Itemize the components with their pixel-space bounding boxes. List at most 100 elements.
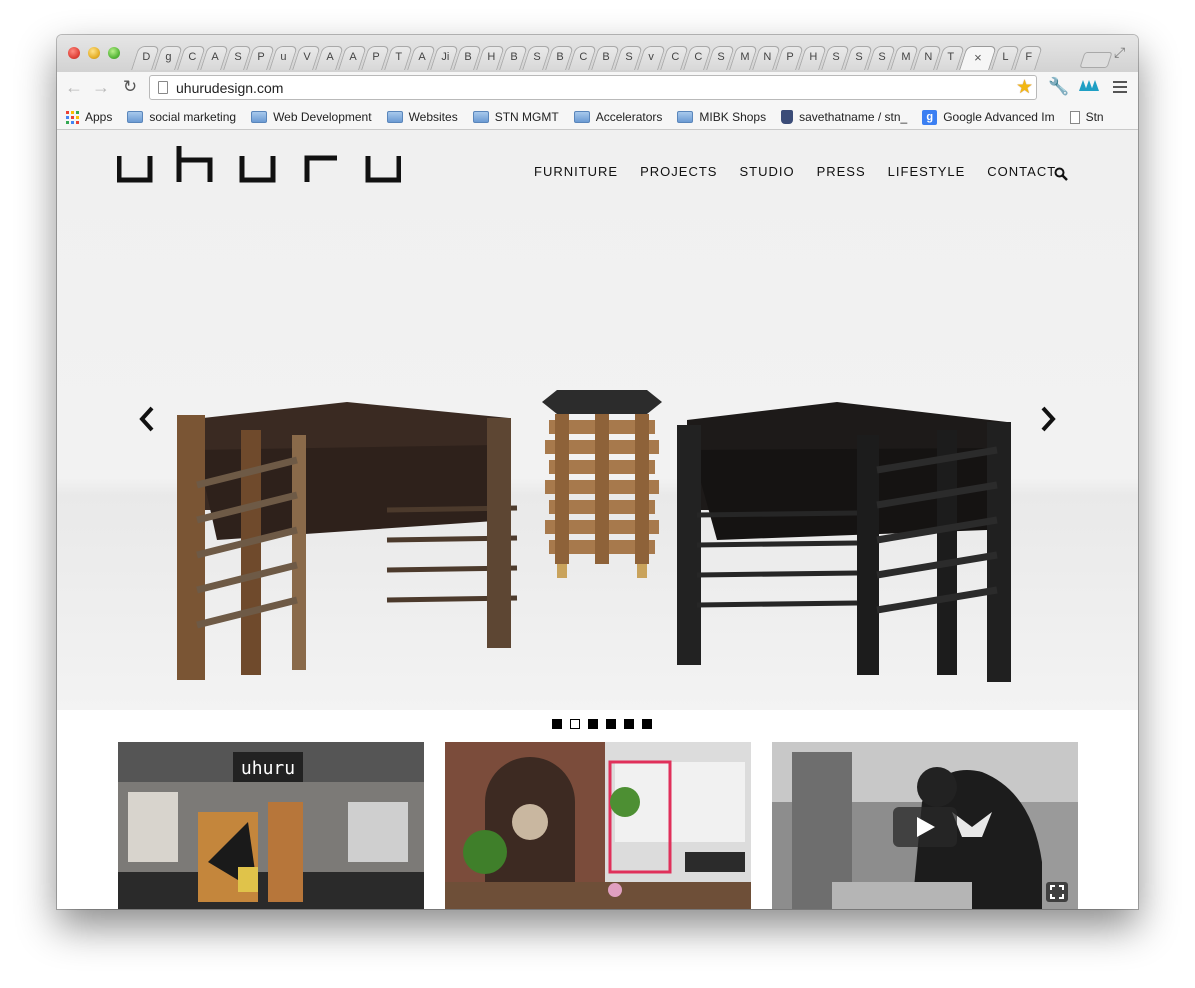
bookmark-label: Google Advanced Im: [943, 110, 1055, 124]
folder-icon: [677, 111, 694, 123]
reload-icon[interactable]: ↻: [119, 76, 141, 98]
bookmark-item[interactable]: Web Development: [251, 110, 372, 124]
document-icon: [1069, 110, 1080, 124]
close-window-button[interactable]: [68, 47, 80, 59]
bookmark-item[interactable]: Stn: [1069, 110, 1104, 124]
tab-favicon-letter: S: [533, 51, 541, 63]
tab-favicon-letter: P: [257, 51, 265, 63]
nav-link-studio[interactable]: STUDIO: [739, 164, 794, 179]
svg-text:uhuru: uhuru: [241, 758, 295, 779]
forward-arrow-icon[interactable]: →: [90, 76, 112, 98]
bookmarks-bar: Apps social marketing Web Development Websi…: [57, 105, 1138, 130]
tab-list: Dg C A S Pu V A A P T A Ji B H B S B C B Sv C C S M N P H S S S M N T × L F: [131, 46, 1043, 72]
tab-favicon-letter: A: [418, 51, 426, 63]
slider-prev-arrow-icon[interactable]: [135, 402, 159, 436]
bookmark-item[interactable]: Accelerators: [573, 110, 662, 124]
tab-favicon-letter: P: [786, 51, 794, 63]
extension-icon[interactable]: [1079, 78, 1099, 92]
browser-toolbar: ← → ↻ uhurudesign.com ★ 🔧: [57, 72, 1138, 106]
bookmark-item[interactable]: g Google Advanced Im: [922, 109, 1055, 125]
tab-favicon-letter: B: [556, 51, 564, 63]
bookmark-item[interactable]: savethatname / stn_: [781, 110, 907, 124]
thumbnail-workshop-video[interactable]: [772, 742, 1078, 909]
tab-favicon-letter: S: [855, 51, 863, 63]
fullscreen-icon[interactable]: ⤢: [1114, 44, 1130, 60]
bookmark-label: Web Development: [273, 110, 372, 124]
tab-favicon-letter: T: [947, 51, 955, 63]
zoom-window-button[interactable]: [108, 47, 120, 59]
tab-favicon-letter: v: [648, 51, 654, 63]
tab-favicon-letter: C: [694, 51, 703, 63]
bookmark-label: Websites: [408, 110, 458, 124]
hero-image-chairs: [177, 390, 1011, 682]
tab-favicon-letter: u: [280, 51, 287, 63]
tab-favicon-letter: C: [188, 51, 197, 63]
google-icon: g: [922, 109, 938, 125]
tab-favicon-letter: D: [142, 51, 151, 63]
search-icon[interactable]: [1054, 167, 1068, 181]
bookmark-label: Apps: [85, 110, 113, 124]
tab-favicon-letter: A: [211, 51, 219, 63]
tab-favicon-letter: S: [878, 51, 886, 63]
tab-favicon-letter: A: [326, 51, 334, 63]
folder-icon: [472, 111, 489, 123]
tab-favicon-letter: V: [303, 51, 311, 63]
tab-favicon-letter: F: [1025, 51, 1033, 63]
minimize-window-button[interactable]: [88, 47, 100, 59]
menu-icon[interactable]: [1113, 81, 1127, 93]
hero-slider: FURNITURE PROJECTS STUDIO PRESS LIFESTYLE CON…: [57, 130, 1138, 710]
wrench-icon[interactable]: 🔧: [1048, 77, 1069, 97]
tab-favicon-letter: S: [717, 51, 725, 63]
tab-favicon-letter: H: [487, 51, 496, 63]
slider-dot[interactable]: [588, 719, 598, 729]
nav-link-lifestyle[interactable]: LIFESTYLE: [888, 164, 966, 179]
cup-icon: [781, 110, 794, 124]
bookmark-item[interactable]: Websites: [386, 110, 458, 124]
video-play-button[interactable]: [893, 807, 957, 847]
nav-link-press[interactable]: PRESS: [817, 164, 866, 179]
thumbnail-studio-interior[interactable]: [445, 742, 751, 909]
tab-favicon-letter: A: [349, 51, 357, 63]
expand-icon[interactable]: [1046, 882, 1068, 902]
right-lounge-chair: [677, 402, 1011, 682]
thumbnail-grid: uhuru: [118, 742, 1099, 909]
tab-favicon-letter: B: [510, 51, 518, 63]
tab-favicon-letter: M: [740, 51, 750, 63]
main-nav: FURNITURE PROJECTS STUDIO PRESS LIFESTYLE CON…: [534, 164, 1078, 179]
back-arrow-icon[interactable]: ←: [63, 76, 85, 98]
address-bar[interactable]: uhurudesign.com ★: [149, 75, 1037, 100]
slider-pagination: [552, 719, 660, 729]
bookmark-item[interactable]: Apps: [66, 110, 112, 124]
tab-favicon-letter: B: [602, 51, 610, 63]
folder-icon: [573, 111, 590, 123]
slider-dot[interactable]: [642, 719, 652, 729]
folder-icon: [386, 111, 403, 123]
website-page: FURNITURE PROJECTS STUDIO PRESS LIFESTYLE CON…: [57, 130, 1138, 909]
tab-favicon-letter: S: [234, 51, 242, 63]
nav-link-contact[interactable]: CONTACT: [987, 164, 1056, 179]
nav-link-furniture[interactable]: FURNITURE: [534, 164, 618, 179]
apps-grid-icon: [66, 110, 79, 124]
tab-favicon-letter: M: [901, 51, 911, 63]
tab-favicon-letter: N: [924, 51, 933, 63]
bookmark-star-icon[interactable]: ★: [1016, 76, 1033, 99]
bookmark-label: Stn: [1085, 110, 1104, 124]
url-text[interactable]: uhurudesign.com: [176, 80, 283, 96]
bookmark-item[interactable]: social marketing: [127, 110, 236, 124]
slider-dot[interactable]: [624, 719, 634, 729]
slider-dot[interactable]: [570, 719, 580, 729]
tab-close-icon[interactable]: ×: [974, 50, 982, 65]
uhuru-logo[interactable]: [117, 146, 401, 184]
folder-icon: [127, 111, 144, 123]
slider-next-arrow-icon[interactable]: [1036, 402, 1060, 436]
bookmark-item[interactable]: STN MGMT: [472, 110, 559, 124]
tab-favicon-letter: B: [464, 51, 472, 63]
new-tab-button[interactable]: [1079, 52, 1113, 68]
slider-dot[interactable]: [606, 719, 616, 729]
tab-favicon-letter: C: [579, 51, 588, 63]
thumbnail-trade-show-booth[interactable]: uhuru: [118, 742, 424, 909]
slider-dot[interactable]: [552, 719, 562, 729]
bookmark-item[interactable]: MIBK Shops: [677, 110, 766, 124]
tab-favicon-letter: L: [1002, 51, 1009, 63]
nav-link-projects[interactable]: PROJECTS: [640, 164, 717, 179]
